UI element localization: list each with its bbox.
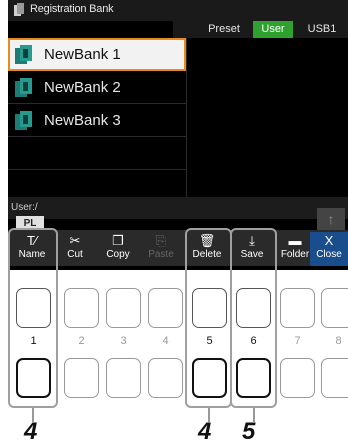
button-number: 3	[120, 335, 127, 347]
lower-button-2[interactable]	[64, 358, 99, 398]
bank-file-icon	[15, 78, 32, 97]
lower-button-7[interactable]	[280, 358, 315, 398]
upper-button-1[interactable]	[16, 288, 51, 328]
up-arrow-icon: ↑	[327, 211, 335, 227]
lcd-screen: Registration Bank Preset User USB1 NewBa…	[8, 0, 348, 270]
callout-number: 5	[242, 418, 256, 445]
upper-button-6[interactable]	[236, 288, 271, 328]
lower-button-8[interactable]	[321, 358, 348, 398]
callout-number: 4	[198, 418, 212, 445]
upper-button-2[interactable]	[64, 288, 99, 328]
current-path: User:/	[11, 202, 38, 213]
close-button-label: Close	[316, 249, 342, 260]
tab-preset[interactable]: Preset	[199, 21, 249, 38]
close-button[interactable]: X Close	[310, 232, 348, 266]
paste-button-label: Paste	[148, 249, 174, 260]
title-bar: Registration Bank	[8, 0, 348, 21]
path-bar	[8, 197, 348, 219]
button-number: 8	[335, 335, 342, 347]
button-number: 4	[162, 335, 169, 347]
copy-icon: ❐	[112, 233, 124, 248]
button-number: 1	[30, 335, 37, 347]
copy-button-label: Copy	[106, 249, 130, 260]
bank-file-icon	[15, 111, 32, 130]
lower-button-4[interactable]	[148, 358, 183, 398]
column-divider	[186, 38, 187, 198]
drive-tabs: Preset User USB1	[173, 21, 348, 38]
tab-user[interactable]: User	[253, 21, 293, 38]
tab-usb1[interactable]: USB1	[301, 21, 343, 38]
lower-button-3[interactable]	[106, 358, 141, 398]
paste-button[interactable]: ⎘ Paste	[140, 232, 182, 266]
button-number: 6	[250, 335, 257, 347]
bank-list: NewBank 1 NewBank 2 NewBank 3	[8, 38, 186, 203]
button-number: 7	[294, 335, 301, 347]
bank-item-label: NewBank 1	[44, 46, 121, 63]
window-title: Registration Bank	[30, 3, 114, 15]
button-number: 2	[78, 335, 85, 347]
paste-icon: ⎘	[155, 233, 167, 248]
bank-file-icon	[15, 45, 32, 64]
bank-item-label: NewBank 2	[44, 79, 121, 96]
button-number: 5	[206, 335, 213, 347]
upper-button-4[interactable]	[148, 288, 183, 328]
copy-button[interactable]: ❐ Copy	[97, 232, 139, 266]
upper-button-3[interactable]	[106, 288, 141, 328]
bank-item-1[interactable]: NewBank 1	[8, 38, 186, 71]
lower-button-1[interactable]	[16, 358, 51, 398]
bank-item-empty	[8, 137, 186, 170]
registration-bank-icon	[14, 3, 24, 16]
bank-item-2[interactable]: NewBank 2	[8, 71, 186, 104]
up-folder-button[interactable]: ↑	[317, 208, 345, 230]
upper-button-7[interactable]	[280, 288, 315, 328]
cut-button-label: Cut	[67, 249, 83, 260]
lower-button-5[interactable]	[192, 358, 227, 398]
upper-button-5[interactable]	[192, 288, 227, 328]
bank-item-3[interactable]: NewBank 3	[8, 104, 186, 137]
upper-button-8[interactable]	[321, 288, 348, 328]
close-icon: X	[324, 233, 334, 248]
callout-number: 4	[24, 418, 38, 445]
folder-button-label: Folder	[280, 249, 310, 260]
scissors-icon: ✂	[69, 233, 81, 248]
bank-item-label: NewBank 3	[44, 112, 121, 129]
cut-button[interactable]: ✂ Cut	[54, 232, 96, 266]
lower-button-6[interactable]	[236, 358, 271, 398]
